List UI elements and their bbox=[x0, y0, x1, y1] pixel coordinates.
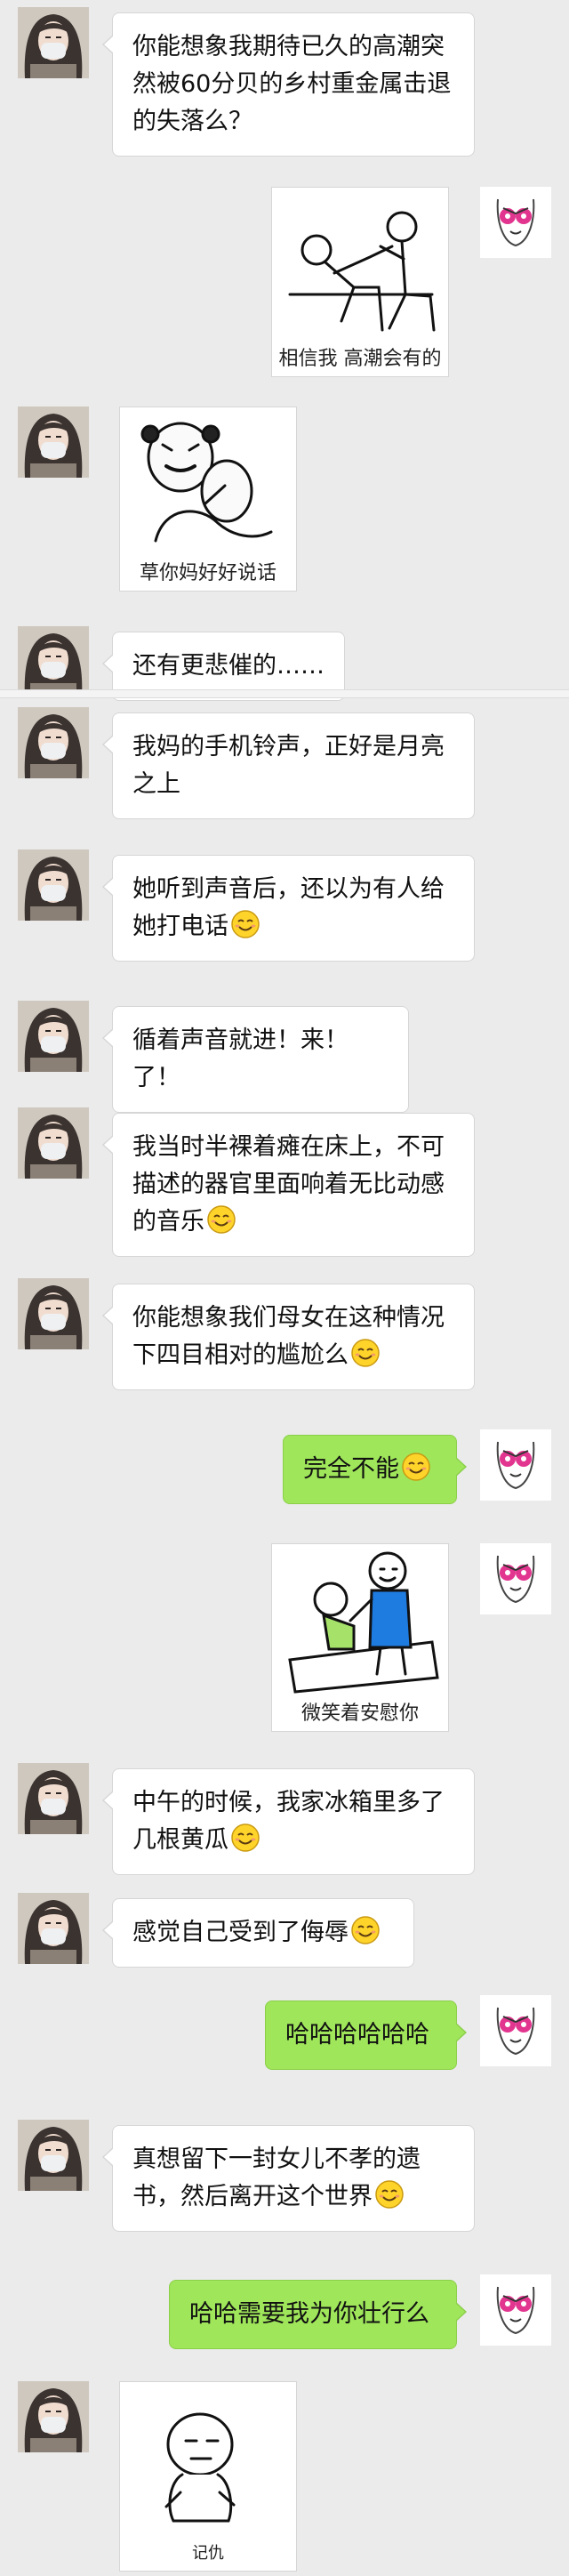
message-bubble[interactable]: 循着声音就进！来！了！ bbox=[102, 1006, 409, 1113]
grudge-face-meme bbox=[164, 2412, 236, 2523]
message-bubble[interactable]: 我妈的手机铃声，正好是月亮 之上 bbox=[102, 712, 475, 819]
sticker-image[interactable]: 草你妈好好说话 bbox=[119, 407, 297, 592]
message-line: 下四目相对的尴尬么 bbox=[132, 1341, 349, 1369]
panda-face-meme bbox=[140, 422, 273, 543]
contact-avatar[interactable] bbox=[18, 1001, 89, 1072]
smile-emoji-icon bbox=[230, 1823, 260, 1853]
message-line: 她打电话 bbox=[132, 913, 228, 940]
message-line: 中午的时候，我家冰箱里多了 bbox=[132, 1789, 445, 1816]
two-stick-figures-meme bbox=[288, 211, 436, 332]
message-line: 哈哈需要我为你壮行么 bbox=[189, 2300, 429, 2328]
message-bubble[interactable]: 中午的时候，我家冰箱里多了 几根黄瓜 bbox=[102, 1768, 475, 1875]
message-line: 循着声音就进！来！了！ bbox=[132, 1026, 349, 1091]
contact-avatar[interactable] bbox=[18, 2381, 89, 2452]
message-bubble[interactable]: 她听到声音后，还以为有人给 她打电话 bbox=[102, 855, 475, 962]
sticker-image[interactable]: 相信我 高潮会有的 bbox=[271, 187, 449, 377]
message-bubble[interactable]: 真想留下一封女儿不孝的遗 书，然后离开这个世界 bbox=[102, 2125, 475, 2232]
message-line: 还有更悲催的…… bbox=[132, 652, 325, 680]
message-line: 真想留下一封女儿不孝的遗 bbox=[132, 2145, 421, 2173]
message-line: 然被60分贝的乡村重金属击退 bbox=[132, 70, 452, 98]
smile-emoji-icon bbox=[374, 2179, 405, 2210]
contact-avatar[interactable] bbox=[18, 2120, 89, 2191]
my-avatar[interactable] bbox=[480, 2274, 551, 2346]
message-line: 几根黄瓜 bbox=[132, 1826, 228, 1854]
message-bubble[interactable]: 感觉自己受到了侮辱 bbox=[102, 1898, 414, 1968]
message-bubble[interactable]: 你能想象我期待已久的高潮突 然被60分贝的乡村重金属击退 的失落么？ bbox=[102, 12, 475, 157]
message-bubble[interactable]: 你能想象我们母女在这种情况 下四目相对的尴尬么 bbox=[102, 1284, 475, 1390]
contact-avatar[interactable] bbox=[18, 1893, 89, 1964]
my-avatar[interactable] bbox=[480, 187, 551, 258]
sticker-image[interactable]: 微笑着安慰你 bbox=[271, 1543, 449, 1732]
comforting-stick-figures-meme bbox=[288, 1551, 439, 1694]
smile-emoji-icon bbox=[206, 1204, 236, 1235]
smile-emoji-icon bbox=[350, 1338, 381, 1368]
sticker-caption: 记仇 bbox=[192, 2544, 224, 2563]
smile-emoji-icon bbox=[401, 1452, 431, 1482]
my-avatar[interactable] bbox=[480, 1429, 551, 1501]
message-line: 我当时半裸着瘫在床上，不可 bbox=[132, 1133, 445, 1161]
message-line: 她听到声音后，还以为有人给 bbox=[132, 875, 445, 903]
smile-emoji-icon bbox=[230, 909, 260, 939]
contact-avatar[interactable] bbox=[18, 1763, 89, 1834]
contact-avatar[interactable] bbox=[18, 849, 89, 921]
message-bubble[interactable]: 我当时半裸着瘫在床上，不可 描述的器官里面响着无比动感 的音乐 bbox=[102, 1113, 475, 1257]
message-bubble[interactable]: 哈哈哈哈哈哈 bbox=[265, 2000, 467, 2070]
message-line: 描述的器官里面响着无比动感 bbox=[132, 1171, 445, 1198]
message-line: 你能想象我期待已久的高潮突 bbox=[132, 33, 445, 60]
sticker-caption: 草你妈好好说话 bbox=[139, 562, 276, 584]
message-line: 完全不能 bbox=[303, 1455, 399, 1483]
message-line: 感觉自己受到了侮辱 bbox=[132, 1919, 349, 1946]
contact-avatar[interactable] bbox=[18, 7, 89, 78]
sticker-image[interactable]: 记仇 bbox=[119, 2381, 297, 2572]
message-line: 之上 bbox=[132, 770, 180, 798]
contact-avatar[interactable] bbox=[18, 1278, 89, 1349]
message-line: 的音乐 bbox=[132, 1208, 204, 1236]
contact-avatar[interactable] bbox=[18, 707, 89, 778]
sticker-caption: 微笑着安慰你 bbox=[301, 1703, 419, 1725]
message-line: 的失落么？ bbox=[132, 108, 252, 135]
message-bubble[interactable]: 完全不能 bbox=[283, 1435, 467, 1504]
screenshot-seam bbox=[0, 689, 569, 698]
my-avatar[interactable] bbox=[480, 1995, 551, 2066]
message-bubble[interactable]: 哈哈需要我为你壮行么 bbox=[169, 2280, 467, 2349]
contact-avatar[interactable] bbox=[18, 1107, 89, 1179]
my-avatar[interactable] bbox=[480, 1543, 551, 1614]
smile-emoji-icon bbox=[350, 1915, 381, 1945]
message-line: 书，然后离开这个世界 bbox=[132, 2183, 373, 2210]
message-line: 我妈的手机铃声，正好是月亮 bbox=[132, 733, 445, 761]
contact-avatar[interactable] bbox=[18, 626, 89, 697]
message-line: 哈哈哈哈哈哈 bbox=[285, 2021, 429, 2049]
sticker-caption: 相信我 高潮会有的 bbox=[278, 348, 442, 370]
message-line: 你能想象我们母女在这种情况 bbox=[132, 1304, 445, 1332]
contact-avatar[interactable] bbox=[18, 407, 89, 478]
